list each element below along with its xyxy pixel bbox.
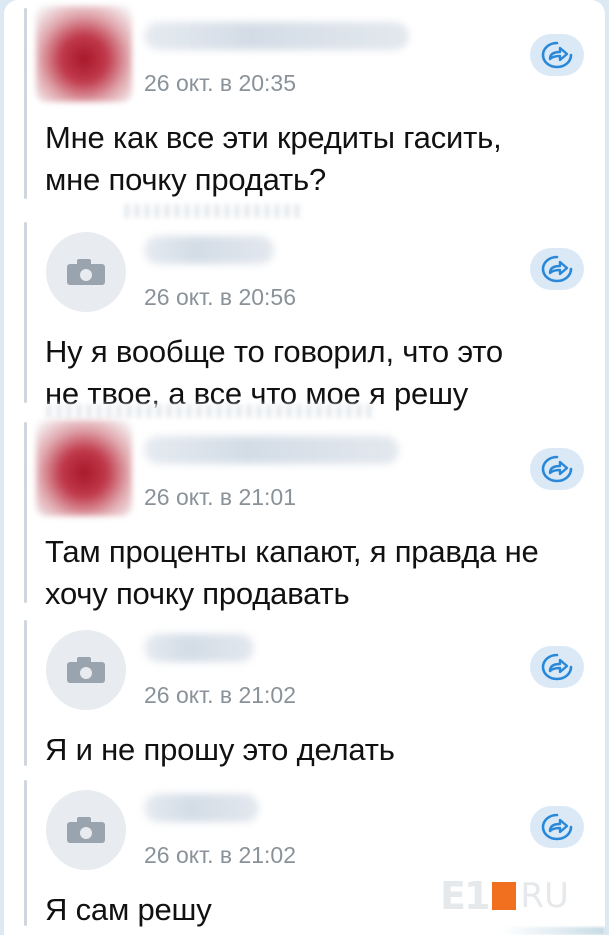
quote-bar bbox=[24, 222, 27, 403]
avatar[interactable] bbox=[46, 232, 126, 312]
message-line: Там проценты капают, я правда не bbox=[45, 534, 539, 569]
message-item: 26 окт. в 20:35 Мне как все эти кредиты … bbox=[24, 0, 605, 205]
avatar[interactable] bbox=[36, 420, 132, 516]
message-item: 26 окт. в 21:01 Там проценты капают, я п… bbox=[24, 414, 605, 611]
message-date: 26 окт. в 21:02 bbox=[144, 842, 297, 868]
share-arrow-icon bbox=[541, 813, 573, 841]
sender-name-blurred[interactable] bbox=[144, 236, 274, 264]
sender-name-blurred[interactable] bbox=[144, 436, 399, 464]
quote-bar bbox=[24, 422, 27, 603]
message-text: Там проценты капают, я правда не хочу по… bbox=[45, 531, 597, 615]
message-text: Мне как все эти кредиты гасить, мне почк… bbox=[45, 117, 597, 201]
share-arrow-icon bbox=[541, 41, 573, 69]
message-date: 26 окт. в 20:35 bbox=[144, 70, 297, 96]
share-button[interactable] bbox=[530, 448, 584, 490]
avatar[interactable] bbox=[46, 630, 126, 710]
sender-name-blurred[interactable] bbox=[144, 634, 254, 662]
camera-icon bbox=[67, 657, 105, 683]
avatar[interactable] bbox=[36, 6, 132, 102]
e1-watermark-logo: E1 RU bbox=[440, 874, 569, 918]
message-item: 26 окт. в 20:56 Ну я вообще то говорил, … bbox=[24, 214, 605, 411]
camera-icon bbox=[67, 817, 105, 843]
sender-name-blurred[interactable] bbox=[144, 22, 409, 50]
quote-bar bbox=[24, 8, 27, 199]
share-button[interactable] bbox=[530, 248, 584, 290]
message-date: 26 окт. в 20:56 bbox=[144, 284, 297, 310]
quote-bar bbox=[24, 780, 27, 926]
message-line: Я и не прошу это делать bbox=[45, 732, 395, 767]
watermark-logo-text: E1 bbox=[440, 874, 490, 918]
avatar[interactable] bbox=[46, 790, 126, 870]
next-message-hint bbox=[501, 927, 605, 935]
share-arrow-icon bbox=[541, 455, 573, 483]
camera-icon bbox=[67, 259, 105, 285]
share-arrow-icon bbox=[541, 653, 573, 681]
share-arrow-icon bbox=[541, 255, 573, 283]
message-card: 26 окт. в 20:35 Мне как все эти кредиты … bbox=[4, 0, 605, 935]
message-line: хочу почку продавать bbox=[45, 576, 350, 611]
watermark-square-icon bbox=[492, 882, 517, 910]
message-line: Ну я вообще то говорил, что это bbox=[45, 334, 503, 369]
share-button[interactable] bbox=[530, 34, 584, 76]
share-button[interactable] bbox=[530, 806, 584, 848]
watermark-domain-text: RU bbox=[520, 876, 569, 916]
message-line: мне почку продать? bbox=[45, 162, 327, 197]
message-line: Мне как все эти кредиты гасить, bbox=[45, 120, 502, 155]
message-item: 26 окт. в 21:02 Я и не прошу это делать bbox=[24, 612, 605, 772]
message-text: Я и не прошу это делать bbox=[45, 729, 597, 771]
quote-bar bbox=[24, 620, 27, 766]
message-date: 26 окт. в 21:02 bbox=[144, 682, 297, 708]
share-button[interactable] bbox=[530, 646, 584, 688]
message-date: 26 окт. в 21:01 bbox=[144, 484, 297, 510]
message-text: Ну я вообще то говорил, что это не твое,… bbox=[45, 331, 597, 415]
sender-name-blurred[interactable] bbox=[144, 794, 259, 822]
